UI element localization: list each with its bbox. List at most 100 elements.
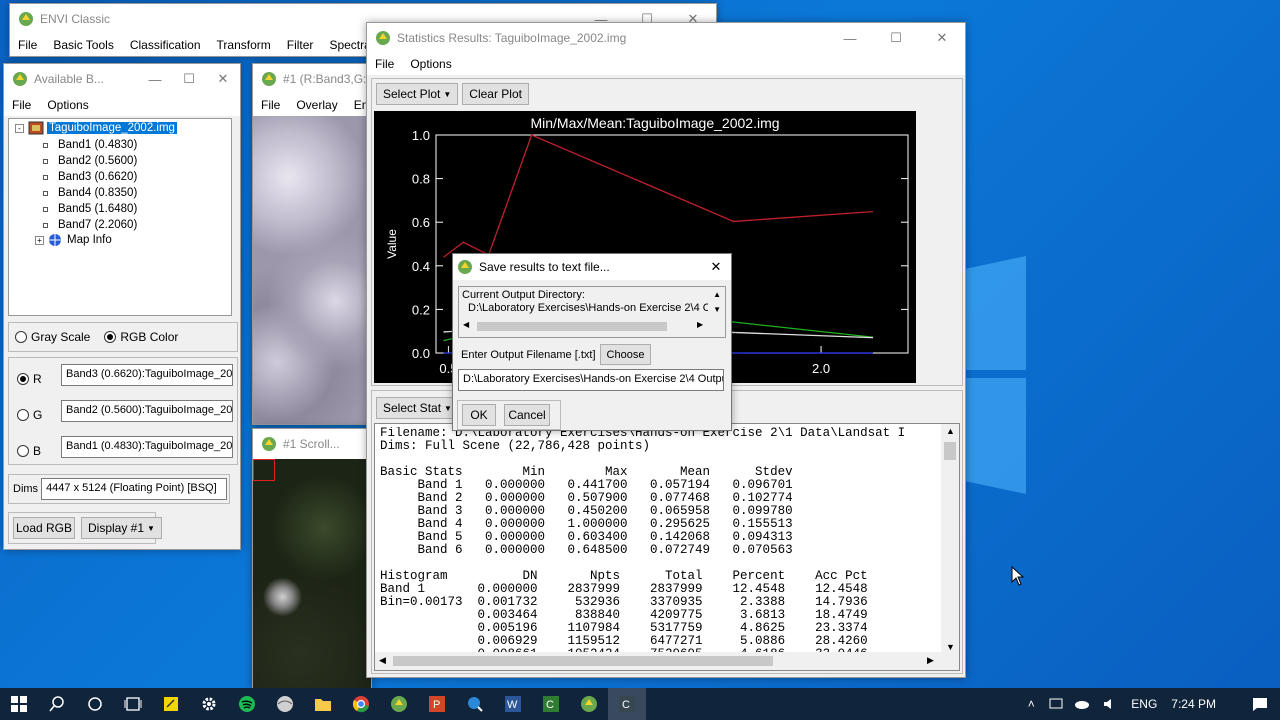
rgb-color-radio[interactable]: [104, 331, 117, 343]
band-item[interactable]: Band7 (2.2060): [43, 217, 137, 233]
minimize-button[interactable]: —: [138, 64, 172, 94]
select-stat-dropdown[interactable]: Select Stat ▼: [376, 397, 459, 419]
sticky-notes-icon[interactable]: [152, 688, 190, 720]
g-band-field[interactable]: Band2 (0.5600):TaguiboImage_200: [61, 400, 233, 422]
report-line: Dims: Full Scene (22,786,428 points): [380, 439, 651, 453]
tree-root-file[interactable]: TaguiboImage_2002.img: [47, 122, 177, 134]
task-view-icon[interactable]: [114, 688, 152, 720]
camtasia-recorder-icon[interactable]: C: [608, 688, 646, 720]
ok-button[interactable]: OK: [462, 404, 496, 426]
scroll-up-icon[interactable]: ▲: [946, 426, 955, 436]
b-radio[interactable]: [17, 445, 29, 457]
load-rgb-button[interactable]: Load RGB: [13, 517, 75, 539]
horizontal-scrollbar[interactable]: ◀ ▶: [375, 652, 959, 670]
search-icon[interactable]: [38, 688, 76, 720]
band-dot-icon: [43, 190, 48, 196]
app-globe-icon[interactable]: [266, 688, 304, 720]
volume-icon[interactable]: [1095, 688, 1125, 720]
menu-file[interactable]: File: [367, 57, 402, 71]
g-radio[interactable]: [17, 409, 29, 421]
cancel-button[interactable]: Cancel: [504, 404, 550, 426]
network-cloud-icon[interactable]: [1069, 688, 1095, 720]
scroll-up-icon[interactable]: ▲: [713, 290, 721, 299]
band-item[interactable]: Band1 (0.4830): [43, 137, 137, 153]
chrome-icon[interactable]: [342, 688, 380, 720]
band-item[interactable]: Band3 (0.6620): [43, 169, 137, 185]
select-plot-dropdown[interactable]: Select Plot ▼: [376, 83, 459, 105]
menu-file[interactable]: File: [10, 38, 45, 52]
spotify-icon[interactable]: [228, 688, 266, 720]
scroll-down-icon[interactable]: ▼: [713, 305, 721, 314]
maximize-button[interactable]: ☐: [873, 23, 919, 53]
rgb-color-label: RGB Color: [120, 330, 179, 344]
file-explorer-icon[interactable]: [304, 688, 342, 720]
menu-options[interactable]: Options: [402, 57, 459, 71]
svg-text:C: C: [622, 699, 630, 711]
cortana-icon[interactable]: [76, 688, 114, 720]
clock[interactable]: 7:24 PM: [1171, 697, 1216, 711]
band-item[interactable]: Band4 (0.8350): [43, 185, 137, 201]
menu-file[interactable]: File: [4, 98, 39, 112]
menu-filter[interactable]: Filter: [279, 38, 322, 52]
available-bands-window: Available B... — ☐ ✕ File Options - Tagu…: [3, 63, 241, 550]
r-radio[interactable]: [17, 373, 29, 385]
scroll-right-icon[interactable]: ▶: [927, 655, 934, 666]
envi-taskbar-icon[interactable]: [380, 688, 418, 720]
menu-file[interactable]: File: [253, 98, 288, 112]
close-button[interactable]: ✕: [919, 23, 965, 53]
menu-overlay[interactable]: Overlay: [288, 98, 345, 112]
band-dot-icon: [43, 174, 48, 180]
menu-basic-tools[interactable]: Basic Tools: [45, 38, 121, 52]
menu-options[interactable]: Options: [39, 98, 96, 112]
scroll-left-icon[interactable]: ◀: [463, 320, 469, 329]
camtasia-icon[interactable]: C: [532, 688, 570, 720]
satellite-image[interactable]: [253, 116, 371, 424]
settings-gear-icon[interactable]: [190, 688, 228, 720]
display-dropdown[interactable]: Display #1 ▼: [81, 517, 162, 539]
mouse-cursor-icon: [1011, 566, 1025, 586]
language-indicator[interactable]: ENG: [1131, 697, 1157, 711]
dir-hscrollbar[interactable]: ◀ ▶: [461, 319, 707, 333]
scroll-thumb[interactable]: [944, 442, 956, 460]
gray-scale-radio[interactable]: [15, 331, 27, 343]
expand-icon[interactable]: +: [35, 235, 44, 245]
minimize-button[interactable]: —: [827, 23, 873, 53]
r-band-field[interactable]: Band3 (0.6620):TaguiboImage_200: [61, 364, 233, 386]
map-info-item[interactable]: Map Info: [67, 234, 112, 246]
start-windows-icon[interactable]: [0, 688, 38, 720]
scroll-window: #1 Scroll...: [252, 428, 372, 690]
scroll-right-icon[interactable]: ▶: [697, 320, 703, 329]
scroll-down-icon[interactable]: ▼: [946, 642, 955, 652]
envi-icon: [458, 260, 472, 274]
choose-button[interactable]: Choose: [599, 344, 652, 365]
envi-taskbar-icon-2[interactable]: [570, 688, 608, 720]
menu-transform[interactable]: Transform: [209, 38, 279, 52]
scroll-image[interactable]: [253, 459, 371, 689]
chevron-up-icon[interactable]: ˄: [1019, 688, 1043, 720]
dir-label: Current Output Directory:: [462, 289, 585, 301]
close-button[interactable]: ✕: [206, 64, 240, 94]
maximize-button[interactable]: ☐: [172, 64, 206, 94]
b-band-field[interactable]: Band1 (0.4830):TaguiboImage_200: [61, 436, 233, 458]
powerpoint-icon[interactable]: P: [418, 688, 456, 720]
band-item[interactable]: Band5 (1.6480): [43, 201, 137, 217]
search-app-icon[interactable]: [456, 688, 494, 720]
x-tick-label: 2.0: [812, 361, 830, 376]
color-mode-group: Gray Scale RGB Color: [8, 322, 238, 352]
save-titlebar: Save results to text file... ✕: [453, 254, 731, 280]
close-button[interactable]: ✕: [701, 254, 731, 280]
output-filename-field[interactable]: D:\Laboratory Exercises\Hands-on Exercis…: [458, 369, 724, 391]
stats-report[interactable]: Filename: D:\Laboratory Exercises\Hands-…: [374, 423, 960, 671]
menu-classification[interactable]: Classification: [122, 38, 209, 52]
hscroll-thumb[interactable]: [393, 656, 773, 666]
notification-icon[interactable]: [1240, 688, 1280, 720]
collapse-icon[interactable]: -: [15, 123, 24, 133]
device-icon[interactable]: [1043, 688, 1069, 720]
word-icon[interactable]: W: [494, 688, 532, 720]
vertical-scrollbar[interactable]: ▲ ▼: [941, 424, 959, 654]
hscroll-thumb[interactable]: [477, 322, 667, 331]
scroll-box[interactable]: [253, 459, 275, 481]
band-item[interactable]: Band2 (0.5600): [43, 153, 137, 169]
clear-plot-button[interactable]: Clear Plot: [462, 83, 529, 105]
scroll-left-icon[interactable]: ◀: [379, 655, 386, 666]
